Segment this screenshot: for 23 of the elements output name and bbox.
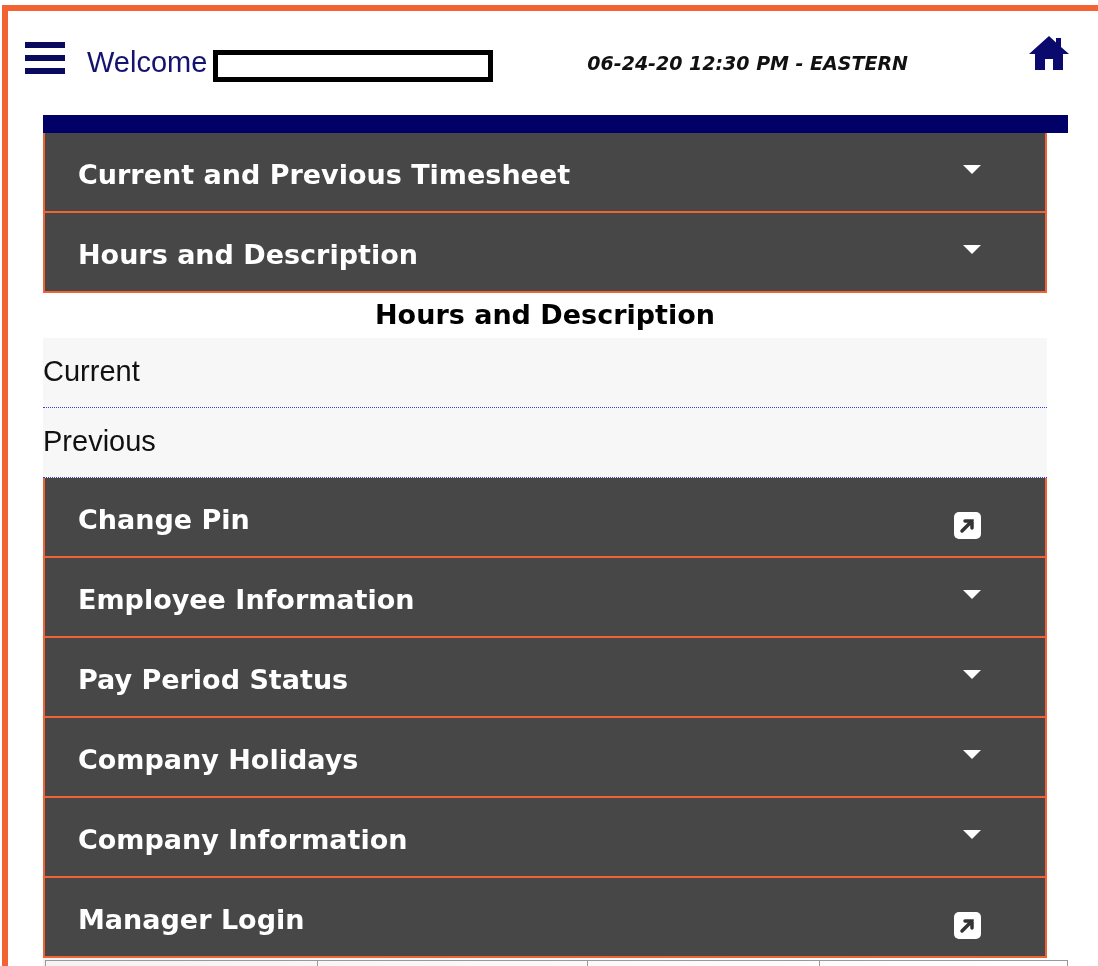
caret-icon — [963, 245, 981, 254]
caret-icon — [963, 750, 981, 759]
caret-icon — [963, 590, 981, 599]
submenu-item[interactable]: Previous — [43, 408, 1047, 478]
panel-heading: Hours and Description — [374, 298, 716, 333]
menu-item[interactable]: Manager Login — [43, 878, 1047, 958]
external-link-icon — [954, 912, 981, 939]
menu-item[interactable]: Change Pin — [43, 478, 1047, 558]
menu-item[interactable]: Pay Period Status — [43, 638, 1047, 718]
submenu-item[interactable]: Current — [43, 338, 1047, 408]
menu-icon[interactable] — [25, 42, 65, 74]
external-link-icon — [954, 512, 981, 539]
date-time: 06-24-20 12:30 PM - EASTERN — [587, 50, 908, 76]
caret-icon — [963, 670, 981, 679]
menu-item[interactable]: Company Information — [43, 798, 1047, 878]
menu-item[interactable]: Hours and Description — [43, 213, 1047, 293]
menu-item[interactable]: Current and Previous Timesheet — [43, 133, 1047, 213]
caret-icon — [963, 165, 981, 174]
menu-item[interactable]: Employee Information — [43, 558, 1047, 638]
home-icon[interactable] — [1028, 35, 1070, 71]
menu-item[interactable]: Company Holidays — [43, 718, 1047, 798]
welcome-text: Welcome — [87, 45, 208, 81]
caret-icon — [963, 830, 981, 839]
